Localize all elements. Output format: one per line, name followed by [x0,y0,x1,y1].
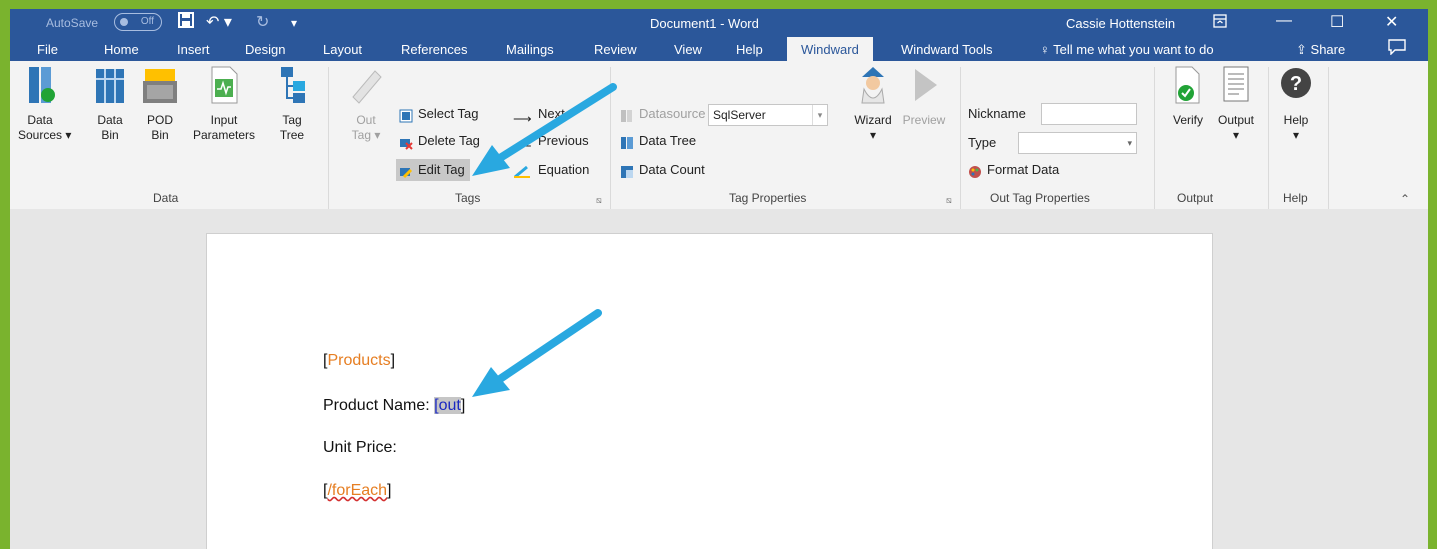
annotation-arrows [472,83,617,397]
arrow-to-out-tag [472,309,602,397]
arrow-to-edit-tag [472,83,617,176]
word-window: AutoSave Off ↶ ▾ ↻ ▾ Document1 - Word Ca… [10,9,1428,549]
